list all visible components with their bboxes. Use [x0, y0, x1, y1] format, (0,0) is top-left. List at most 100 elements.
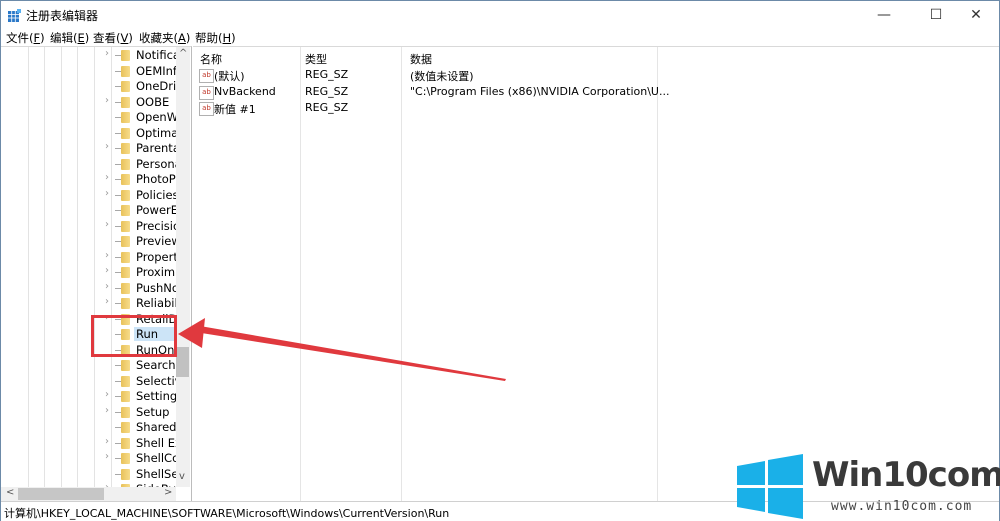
expand-chevron-icon[interactable]: ›	[105, 141, 114, 152]
tree-item[interactable]: › Precisio	[105, 219, 177, 234]
tree-item-label: OEMInfo	[136, 63, 177, 78]
window-title: 注册表编辑器	[26, 9, 99, 23]
annotation-highlight-box	[91, 315, 177, 357]
string-value-icon: ab	[199, 85, 214, 100]
value-row[interactable]: ab NvBackend REG_SZ "C:\Program Files (x86)…	[193, 84, 793, 100]
tree-item[interactable]: › Propert	[105, 250, 177, 265]
folder-icon	[121, 189, 130, 201]
tree-item-label: ShellCo	[136, 451, 177, 465]
folder-icon	[121, 453, 130, 464]
tree-item[interactable]: OneDriv	[105, 79, 177, 94]
minimize-button[interactable]: —	[861, 1, 907, 29]
expand-chevron-icon[interactable]: ›	[105, 405, 114, 416]
menu-help[interactable]: 帮助(H)	[195, 30, 236, 46]
tree-item-label: Setup	[136, 404, 170, 419]
tree-item[interactable]: ShellSer	[105, 467, 177, 482]
tree-item[interactable]: › Reliabili	[105, 296, 177, 311]
watermark-url: www.win10com.com	[831, 499, 973, 514]
tree-item-label: OOBE	[136, 94, 170, 109]
column-header-name[interactable]: 名称	[200, 51, 222, 67]
scroll-down-icon[interactable]: v	[179, 471, 185, 482]
expand-chevron-icon[interactable]: ›	[105, 436, 114, 447]
tree-item-label: OneDriv	[136, 79, 177, 93]
tree-guide-line	[94, 47, 95, 487]
title-bar: 注册表编辑器 — ☐ ✕	[1, 1, 999, 29]
expand-chevron-icon[interactable]: ›	[105, 451, 114, 462]
tree-item[interactable]: › PushNo	[105, 281, 177, 296]
tree-horizontal-scroll-thumb[interactable]	[18, 488, 104, 500]
folder-icon	[121, 267, 130, 278]
tree-item[interactable]: › ShellCo	[105, 451, 177, 466]
tree-item[interactable]: › Parenta	[105, 141, 177, 156]
value-name: NvBackend	[214, 84, 276, 98]
tree-item[interactable]: OEMInfo	[105, 64, 177, 79]
scroll-right-icon[interactable]: >	[164, 487, 172, 498]
tree-item-label: Reliabili	[136, 296, 177, 310]
tree-guide-line	[28, 47, 29, 487]
expand-chevron-icon[interactable]: ›	[105, 265, 114, 276]
tree-item[interactable]: › Proximi	[105, 265, 177, 280]
expand-chevron-icon[interactable]: ›	[105, 250, 114, 261]
tree-item[interactable]: Preview	[105, 234, 177, 249]
menu-view[interactable]: 查看(V)	[93, 30, 133, 46]
folder-icon	[121, 65, 130, 77]
tree-item[interactable]: › Setup	[105, 405, 177, 420]
folder-icon	[121, 158, 130, 170]
folder-icon	[121, 251, 130, 263]
menu-bar: 文件(F) 编辑(E) 查看(V) 收藏夹(A) 帮助(H)	[1, 29, 999, 46]
folder-icon	[121, 96, 130, 108]
value-data: "C:\Program Files (x86)\NVIDIA Corporati…	[410, 84, 670, 98]
tree-item[interactable]: › PhotoPr	[105, 172, 177, 187]
folder-icon	[121, 468, 130, 480]
tree-item-label: Setting	[136, 389, 177, 403]
tree-item[interactable]: Search	[105, 358, 177, 373]
close-button[interactable]: ✕	[953, 1, 999, 29]
tree-item-label: ShellSer	[136, 466, 177, 481]
tree-vertical-scroll-thumb[interactable]	[176, 347, 189, 377]
expand-chevron-icon[interactable]: ›	[105, 296, 114, 307]
scroll-up-icon[interactable]: ^	[179, 48, 187, 59]
expand-chevron-icon[interactable]: ›	[105, 188, 114, 199]
tree-item[interactable]: Selectiv	[105, 374, 177, 389]
menu-favorites[interactable]: 收藏夹(A)	[139, 30, 190, 46]
tree-item[interactable]: OpenW	[105, 110, 177, 125]
tree-item[interactable]: › Policies	[105, 188, 177, 203]
scroll-left-icon[interactable]: <	[6, 487, 14, 498]
tree-item[interactable]: Persona	[105, 157, 177, 172]
folder-icon	[121, 205, 130, 216]
menu-edit[interactable]: 编辑(E)	[50, 30, 89, 46]
expand-chevron-icon[interactable]: ›	[105, 389, 114, 400]
tree-item[interactable]: PowerE	[105, 203, 177, 218]
tree-item[interactable]: SharedD	[105, 420, 177, 435]
menu-file[interactable]: 文件(F)	[6, 30, 45, 46]
expand-chevron-icon[interactable]: ›	[105, 281, 114, 292]
folder-icon	[121, 112, 130, 123]
tree-guide-line	[44, 47, 45, 487]
folder-icon	[121, 406, 130, 418]
value-row[interactable]: ab (默认) REG_SZ (数值未设置)	[193, 67, 793, 83]
tree-item[interactable]: › Shell Ex	[105, 436, 177, 451]
tree-item[interactable]: › OOBE	[105, 95, 177, 110]
tree-item[interactable]: › Notifica	[105, 48, 177, 63]
tree-item-label: Proximi	[136, 265, 177, 279]
column-header-type[interactable]: 类型	[305, 51, 327, 67]
string-value-icon: ab	[199, 102, 214, 116]
folder-icon	[121, 360, 130, 371]
expand-chevron-icon[interactable]: ›	[105, 172, 114, 183]
tree-item-label: OpenW	[136, 110, 177, 124]
tree-horizontal-scrollbar[interactable]: < >	[1, 487, 176, 501]
value-row[interactable]: ab 新值 #1 REG_SZ	[193, 100, 793, 116]
expand-chevron-icon[interactable]: ›	[105, 48, 114, 59]
tree-item[interactable]: Optimal	[105, 126, 177, 141]
expand-chevron-icon[interactable]: ›	[105, 95, 114, 106]
folder-icon	[121, 81, 130, 92]
expand-chevron-icon[interactable]: ›	[105, 219, 114, 230]
tree-item-label: Policies	[136, 187, 177, 202]
tree-vertical-scrollbar[interactable]: ^ v	[176, 47, 190, 487]
string-value-icon: ab	[199, 69, 214, 83]
folder-icon	[121, 375, 130, 387]
key-tree-panel[interactable]: › NotificaOEMInfoOneDriv › OOBEOpenW Optimal…	[1, 46, 192, 502]
tree-item[interactable]: › Setting	[105, 389, 177, 404]
column-header-data[interactable]: 数据	[410, 51, 432, 67]
values-panel[interactable]: 名称 类型 数据 ab (默认) REG_SZ (数值未设置) ab NvBackend R…	[193, 46, 999, 502]
